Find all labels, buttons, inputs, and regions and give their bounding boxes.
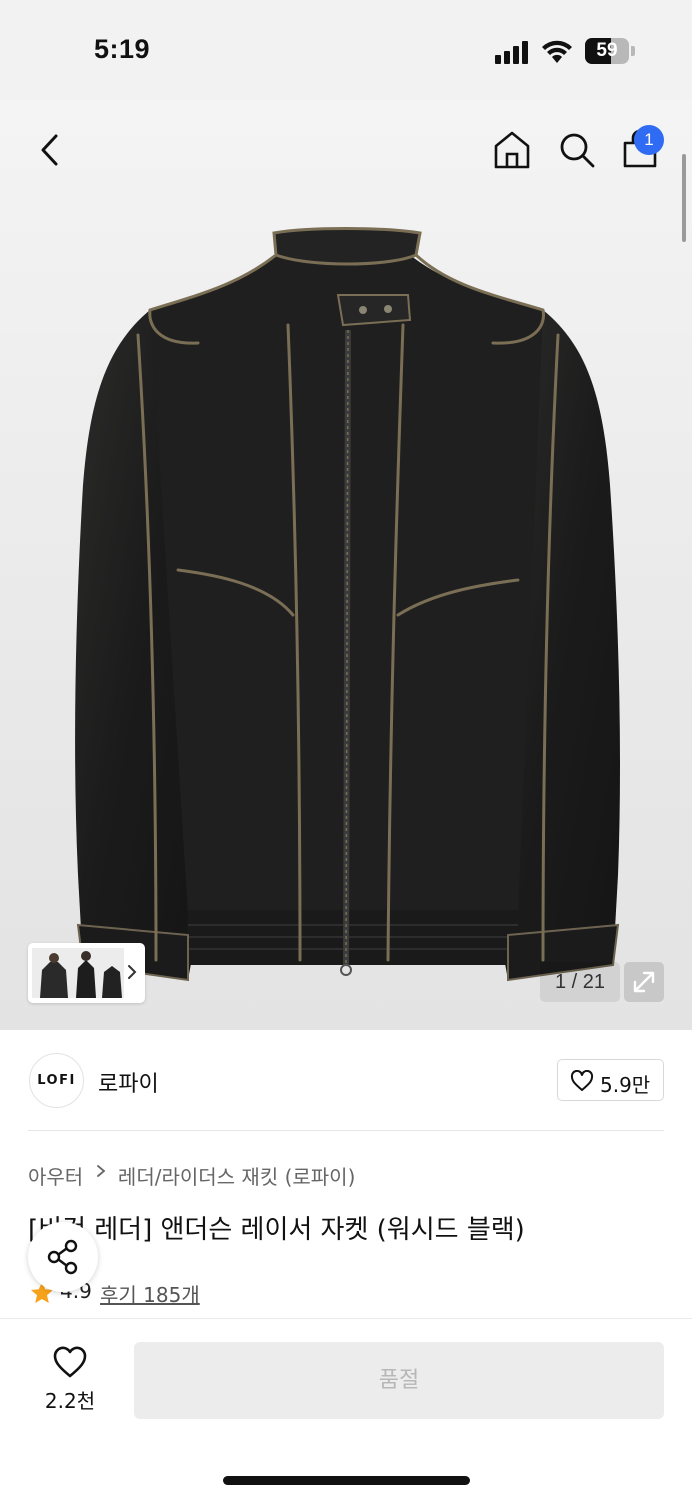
back-arrow-icon[interactable] — [30, 128, 70, 172]
brand-like-count: 5.9만 — [600, 1073, 651, 1097]
battery-cap — [631, 46, 635, 56]
home-indicator — [223, 1476, 470, 1485]
product-image-gallery[interactable]: 1 1 / 21 — [0, 100, 692, 1030]
cart-count-badge: 1 — [634, 125, 664, 155]
brand-name[interactable]: 로파이 — [98, 1066, 159, 1098]
battery-level: 59 — [596, 40, 618, 61]
related-images-thumbnail[interactable] — [28, 943, 145, 1003]
image-counter: 1 / 21 — [540, 962, 620, 1002]
expand-icon[interactable] — [624, 962, 664, 1002]
share-icon — [47, 1239, 78, 1275]
battery-icon: 59 — [585, 38, 629, 64]
thumbnail-image — [32, 948, 124, 998]
heart-icon — [53, 1346, 87, 1378]
share-button[interactable] — [28, 1222, 98, 1292]
breadcrumb-item-category[interactable]: 레더/라이더스 재킷 (로파이) — [118, 1161, 355, 1190]
scroll-indicator — [682, 154, 686, 242]
brand-logo[interactable]: LOFI — [29, 1053, 84, 1108]
heart-icon — [570, 1070, 594, 1091]
product-image — [75, 227, 621, 982]
product-title: [비건 레더] 앤더슨 레이서 자켓 (워시드 블랙) — [28, 1215, 525, 1245]
chevron-right-icon — [96, 1165, 105, 1177]
wishlist-count: 2.2천 — [44, 1389, 96, 1413]
brand-like-button[interactable]: 5.9만 — [557, 1059, 664, 1101]
wifi-icon — [542, 40, 572, 63]
breadcrumb: 아우터 레더/라이더스 재킷 (로파이) — [28, 1161, 355, 1190]
bottom-bar-divider — [0, 1318, 692, 1319]
cellular-signal-icon — [495, 40, 531, 64]
search-icon[interactable] — [555, 128, 599, 172]
review-count-link[interactable]: 후기 185개 — [100, 1279, 200, 1308]
status-bar: 5:19 59 — [0, 0, 692, 100]
sold-out-button[interactable]: 품절 — [134, 1342, 664, 1419]
divider — [28, 1130, 664, 1131]
home-icon[interactable] — [490, 128, 534, 172]
chevron-right-icon — [128, 965, 137, 979]
wishlist-button[interactable]: 2.2천 — [28, 1345, 112, 1417]
breadcrumb-item-outer[interactable]: 아우터 — [28, 1161, 83, 1190]
status-time: 5:19 — [94, 34, 151, 64]
